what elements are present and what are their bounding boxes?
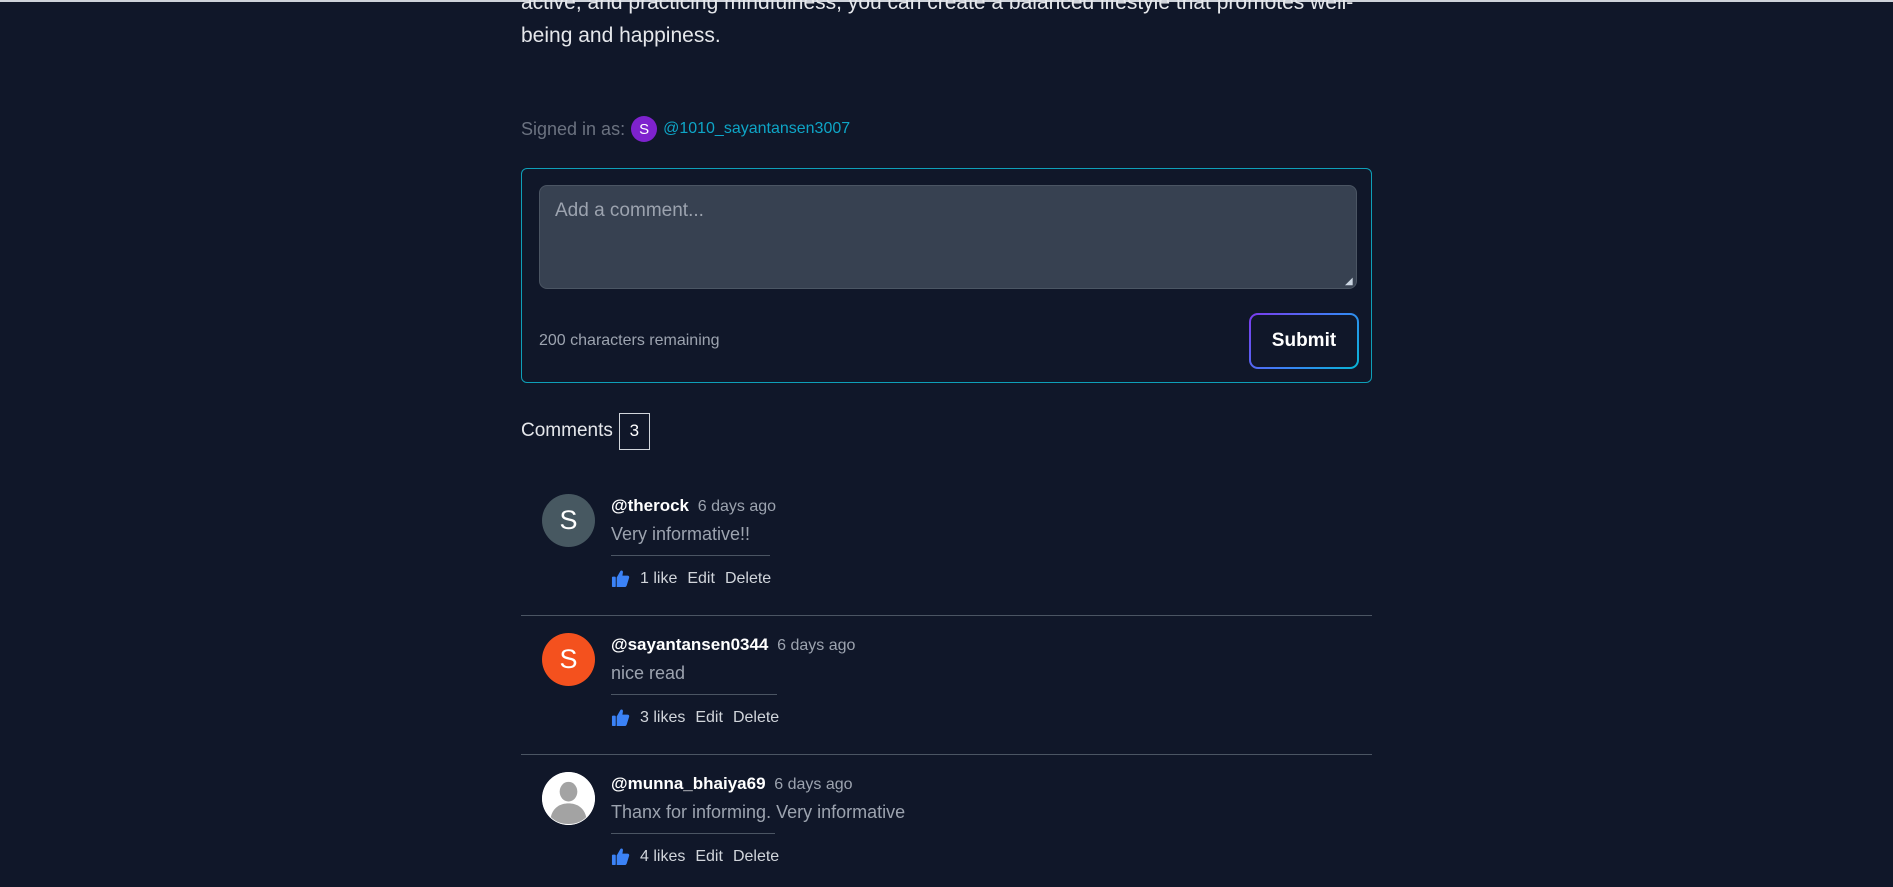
comment-divider	[611, 555, 770, 556]
signed-in-label: Signed in as:	[521, 118, 626, 139]
comment-timestamp: 6 days ago	[774, 776, 853, 793]
edit-button[interactable]: Edit	[695, 709, 723, 727]
comment-text: nice read	[611, 663, 686, 683]
comment-meta: @munna_bhaiya69 6 days ago	[611, 774, 853, 794]
comment-timestamp: 6 days ago	[697, 498, 777, 515]
comments-label: Comments	[521, 420, 613, 441]
default-user-silhouette-icon[interactable]	[542, 772, 595, 825]
comment-form: ◢ 200 characters remaining Submit	[521, 168, 1372, 383]
article-body-tail: active, and practicing mindfulness, you …	[521, 0, 1381, 52]
edit-button[interactable]: Edit	[687, 570, 715, 588]
current-user-avatar[interactable]: S	[631, 116, 658, 142]
comment-username[interactable]: @therock	[611, 496, 689, 515]
delete-button[interactable]: Delete	[733, 709, 779, 727]
delete-button[interactable]: Delete	[733, 848, 779, 866]
thumbs-up-icon[interactable]	[611, 569, 630, 588]
comment-username[interactable]: @munna_bhaiya69	[611, 774, 766, 793]
edit-button[interactable]: Edit	[695, 848, 723, 866]
like-count: 4 likes	[640, 847, 686, 865]
comment-divider	[611, 694, 777, 695]
comment-text: Very informative!!	[611, 524, 751, 544]
comment-actions: 4 likes Edit Delete	[611, 847, 789, 866]
characters-remaining: 200 characters remaining	[539, 332, 720, 349]
comment-actions: 3 likes Edit Delete	[611, 708, 789, 727]
comment-text: Thanx for informing. Very informative	[611, 802, 906, 822]
comment-avatar[interactable]: S	[542, 633, 595, 686]
like-count: 1 like	[640, 569, 678, 587]
signed-in-info: Signed in as: S @1010_sayantansen3007	[521, 115, 850, 143]
delete-button[interactable]: Delete	[725, 570, 771, 588]
article-line-2: being and happiness.	[521, 24, 721, 47]
like-count: 3 likes	[640, 708, 686, 726]
article-line-1: active, and practicing mindfulness, you …	[521, 0, 1354, 14]
page: active, and practicing mindfulness, you …	[0, 0, 1893, 887]
comment-input[interactable]	[539, 185, 1357, 289]
comments-header: Comments 3	[521, 411, 650, 451]
avatar-letter: S	[559, 644, 578, 674]
current-user-handle-link[interactable]: @1010_sayantansen3007	[663, 120, 850, 138]
comment-meta: @sayantansen0344 6 days ago	[611, 635, 855, 655]
submit-button[interactable]: Submit	[1249, 313, 1359, 369]
comment-meta: @therock 6 days ago	[611, 496, 776, 516]
thumbs-up-icon[interactable]	[611, 708, 630, 727]
resize-handle-icon[interactable]: ◢	[1345, 277, 1355, 287]
thumbs-up-icon[interactable]	[611, 847, 630, 866]
comment-actions: 1 like Edit Delete	[611, 569, 781, 588]
comments-count-badge: 3	[618, 412, 650, 450]
comment-username[interactable]: @sayantansen0344	[611, 635, 768, 654]
submit-button-label: Submit	[1251, 315, 1357, 367]
comment-item: @munna_bhaiya69 6 days ago Thanx for inf…	[521, 754, 1372, 887]
comment-timestamp: 6 days ago	[777, 637, 856, 654]
comment-item: S @sayantansen0344 6 days ago nice read …	[521, 615, 1372, 755]
avatar-letter: S	[559, 505, 578, 535]
comment-avatar[interactable]: S	[542, 494, 595, 547]
comment-item: S @therock 6 days ago Very informative!!…	[521, 476, 1372, 616]
comment-divider	[611, 833, 775, 834]
